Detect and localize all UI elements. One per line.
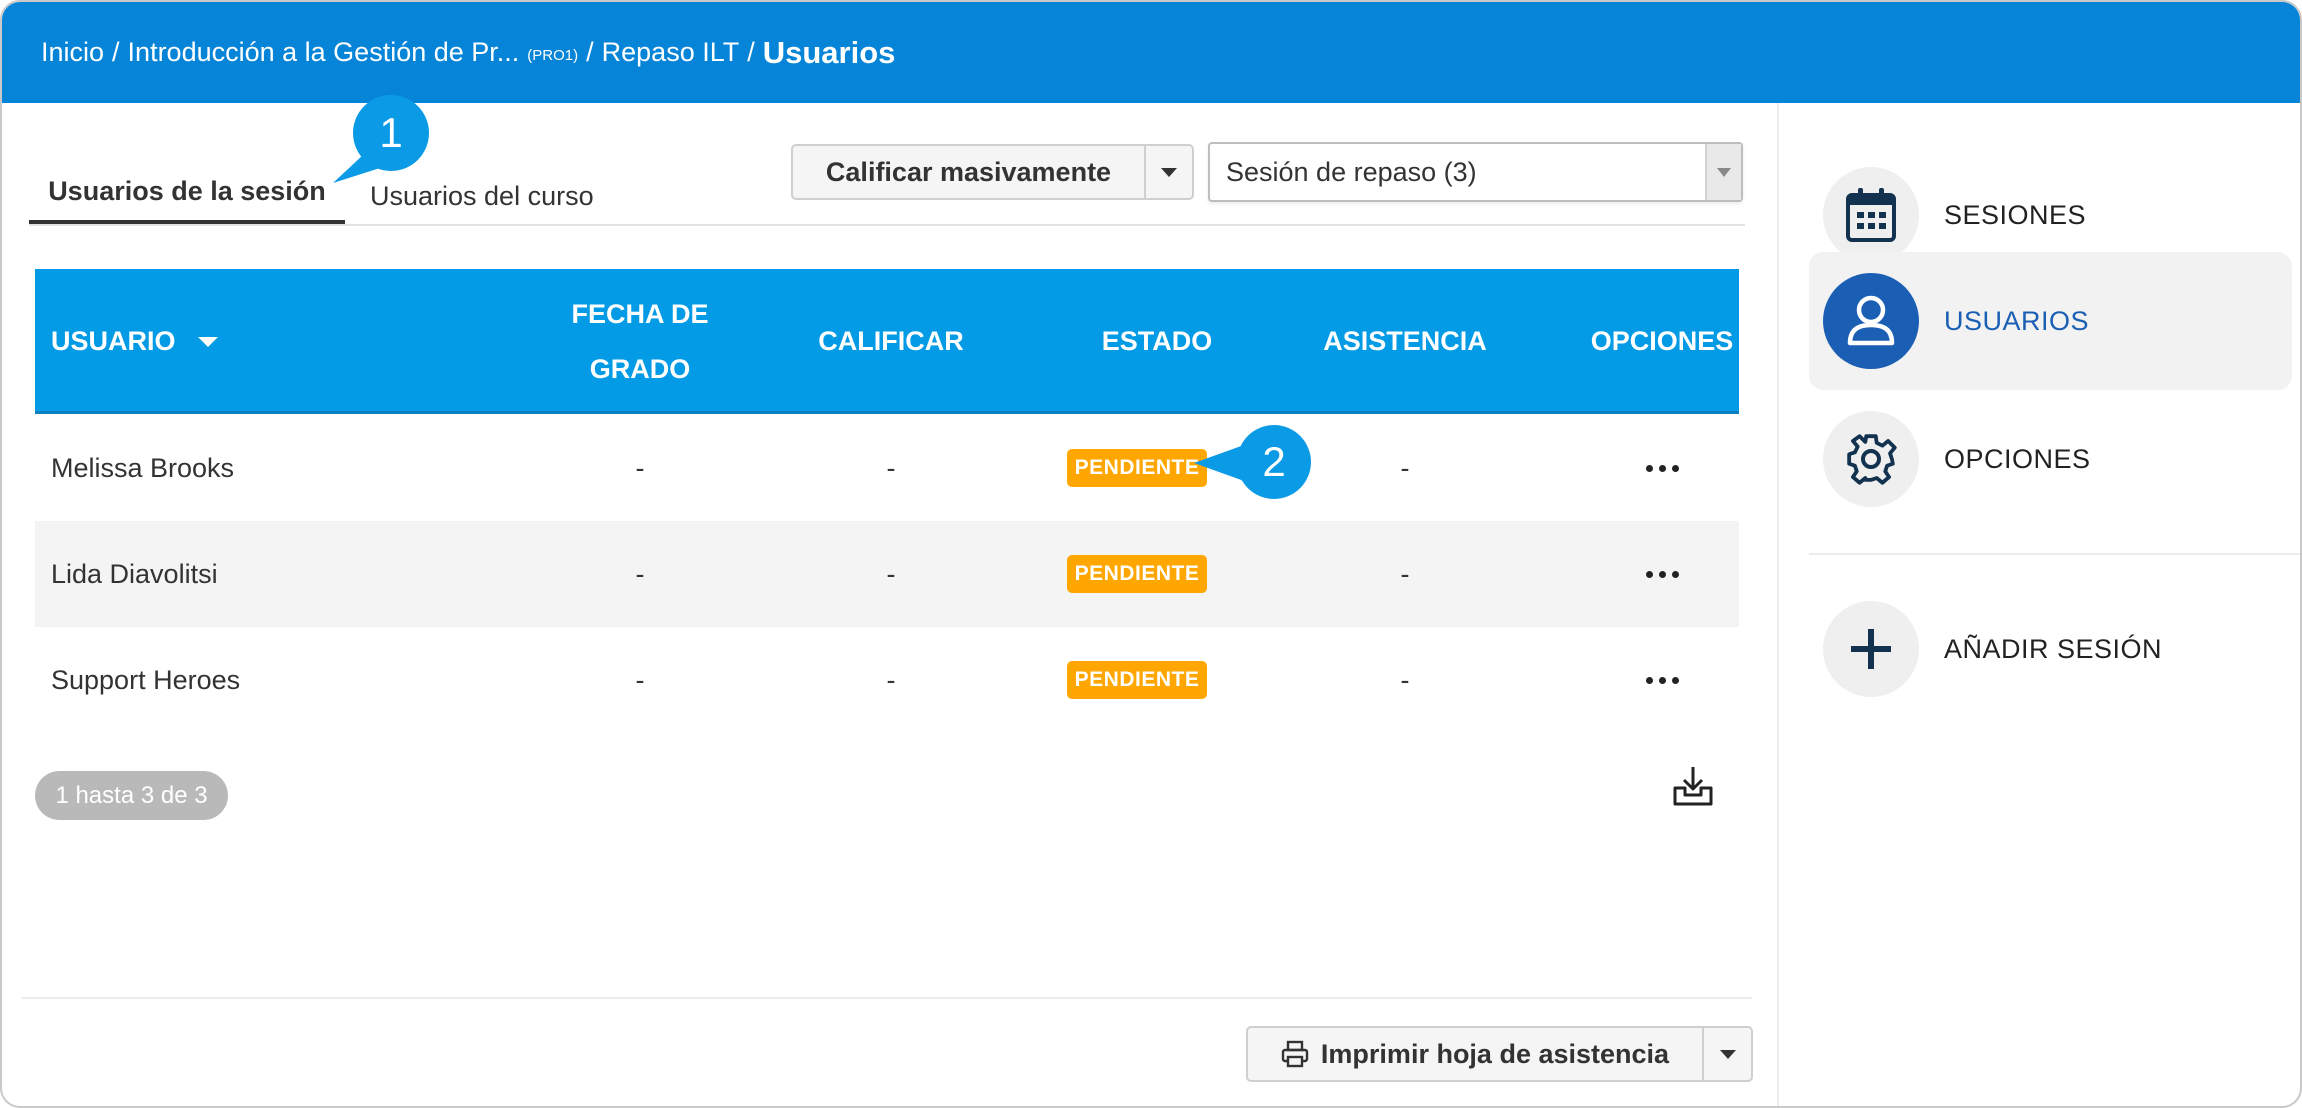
printer-icon (1281, 1040, 1309, 1068)
column-header-user-label: USUARIO (51, 326, 176, 356)
row-options-button[interactable] (1535, 627, 1789, 733)
sidebar-divider (1809, 553, 2300, 555)
row-user: Melissa Brooks (51, 452, 235, 483)
sidebar: SESIONES USUARIOS OPCIONES AÑADIR SESIÓN (1777, 103, 2300, 1106)
print-attendance-button[interactable]: Imprimir hoja de asistencia (1248, 1028, 1704, 1080)
status-badge: PENDIENTE (1066, 661, 1208, 699)
status-badge: PENDIENTE (1066, 555, 1208, 593)
row-attendance: - (1400, 558, 1410, 589)
sidebar-item-label: AÑADIR SESIÓN (1944, 633, 2163, 664)
row-grade-date: - (635, 558, 645, 589)
column-header-grade-date-line1: FECHA DE (571, 298, 709, 329)
breadcrumb-home[interactable]: Inicio (41, 37, 104, 68)
table-row: Melissa Brooks - - PENDIENTE - (35, 415, 1739, 521)
gear-icon (1847, 434, 1897, 485)
table-header: USUARIO FECHA DE GRADO CALIFICAR ESTADO … (35, 269, 1739, 414)
more-options-icon (1645, 464, 1679, 472)
user-icon (1847, 295, 1895, 346)
tab-session-users[interactable]: Usuarios de la sesión (29, 161, 345, 225)
download-tray-icon (1673, 767, 1713, 806)
breadcrumb-separator: / (112, 37, 120, 67)
tabs-divider (29, 224, 1745, 226)
sidebar-item-options[interactable]: OPCIONES (1809, 390, 2292, 528)
breadcrumb-course-code: (PRO1) (527, 47, 579, 64)
row-grade-date: - (635, 664, 645, 695)
sidebar-icon-wrap (1823, 411, 1919, 507)
row-options-button[interactable] (1535, 415, 1789, 521)
row-grade: - (886, 452, 896, 483)
callout-number-2: 2 (1262, 438, 1285, 485)
footer-divider (22, 997, 1752, 999)
table-row: Lida Diavolitsi - - PENDIENTE - (35, 521, 1739, 627)
print-attendance-button-group: Imprimir hoja de asistencia (1246, 1026, 1753, 1082)
column-header-grade: CALIFICAR (818, 326, 964, 356)
row-attendance: - (1400, 664, 1410, 695)
chevron-down-icon (1717, 167, 1731, 177)
column-header-status: ESTADO (1101, 326, 1213, 356)
callout-marker-1: 1 (333, 95, 429, 183)
sidebar-item-label: OPCIONES (1944, 443, 2091, 474)
status-badge: PENDIENTE (1066, 449, 1208, 487)
row-attendance: - (1400, 452, 1410, 483)
row-grade-date: - (635, 452, 645, 483)
callout-marker-2: 2 (1194, 425, 1311, 499)
sidebar-item-label: USUARIOS (1944, 305, 2090, 336)
download-button[interactable] (1671, 764, 1715, 808)
calendar-icon (1846, 188, 1896, 242)
chevron-down-icon (1161, 167, 1177, 177)
table-row: Support Heroes - - PENDIENTE - (35, 627, 1739, 733)
app-window: Inicio / Introducción a la Gestión de Pr… (0, 0, 2302, 1108)
sidebar-item-label: SESIONES (1944, 199, 2087, 230)
column-header-options: OPCIONES (1590, 326, 1734, 356)
pagination-summary: 1 hasta 3 de 3 (35, 771, 228, 820)
session-select[interactable]: Sesión de repaso (3) (1208, 142, 1743, 202)
session-select-arrow[interactable] (1705, 144, 1741, 200)
mass-grade-dropdown-toggle[interactable] (1146, 146, 1192, 198)
sidebar-icon-wrap (1823, 601, 1919, 697)
breadcrumb-separator: / (747, 37, 755, 67)
breadcrumb-course[interactable]: Introducción a la Gestión de Pr... (128, 37, 520, 68)
column-header-attendance: ASISTENCIA (1323, 326, 1487, 356)
sidebar-icon-wrap (1823, 273, 1919, 369)
row-options-button[interactable] (1535, 521, 1789, 627)
column-header-grade-date: FECHA DE GRADO (505, 269, 775, 414)
sidebar-icon-wrap (1823, 167, 1919, 263)
row-user: Lida Diavolitsi (51, 558, 218, 589)
plus-icon (1851, 629, 1891, 669)
column-header-grade-date-line2: GRADO (589, 353, 691, 384)
more-options-icon (1645, 570, 1679, 578)
chevron-down-icon (1719, 1049, 1736, 1059)
row-user: Support Heroes (51, 664, 241, 695)
sidebar-item-users[interactable]: USUARIOS (1809, 252, 2292, 390)
column-header-user[interactable]: USUARIO (51, 269, 218, 414)
print-attendance-label: Imprimir hoja de asistencia (1320, 1038, 1670, 1069)
more-options-icon (1645, 676, 1679, 684)
breadcrumb-session[interactable]: Repaso ILT (602, 37, 740, 68)
main-panel: Usuarios de la sesión Usuarios del curso… (2, 95, 1777, 1106)
callout-number-1: 1 (379, 109, 402, 156)
row-grade: - (886, 558, 896, 589)
print-dropdown-toggle[interactable] (1704, 1028, 1751, 1080)
session-select-value: Sesión de repaso (3) (1226, 156, 1477, 187)
sidebar-item-add-session[interactable]: AÑADIR SESIÓN (1809, 580, 2292, 718)
breadcrumb-separator: / (586, 37, 594, 67)
sort-down-icon[interactable] (197, 336, 218, 347)
breadcrumb: Inicio / Introducción a la Gestión de Pr… (2, 2, 2300, 103)
mass-grade-button-group: Calificar masivamente (791, 144, 1194, 200)
mass-grade-button[interactable]: Calificar masivamente (793, 146, 1146, 198)
row-grade: - (886, 664, 896, 695)
breadcrumb-current: Usuarios (762, 34, 896, 70)
